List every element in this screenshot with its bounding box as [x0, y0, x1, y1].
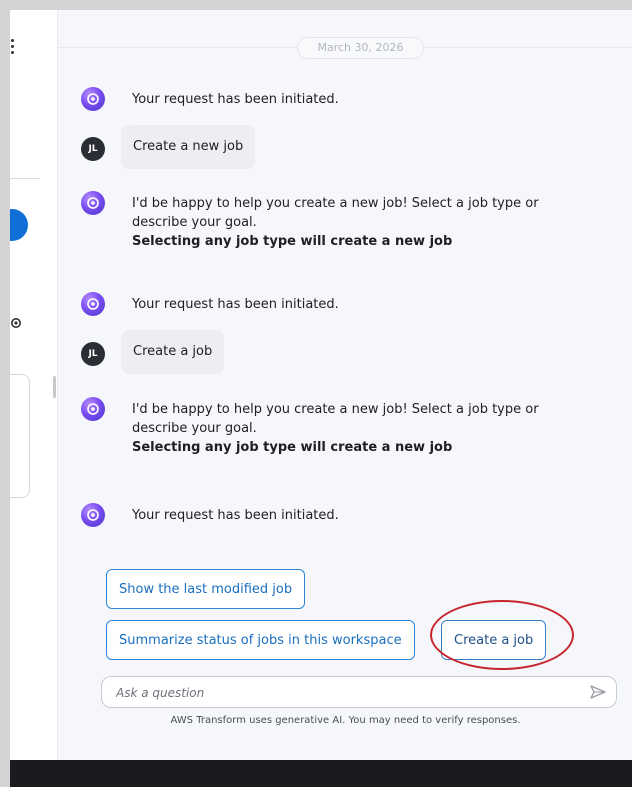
sidebar-card[interactable] [10, 374, 30, 498]
user-message-bubble: Create a job [121, 330, 225, 374]
left-sidebar [10, 10, 57, 760]
user-message-bubble: Create a new job [121, 125, 256, 169]
ai-disclaimer: AWS Transform uses generative AI. You ma… [170, 715, 521, 726]
settings-icon[interactable] [10, 316, 22, 330]
more-options-icon[interactable] [11, 39, 15, 57]
assistant-avatar-icon [81, 87, 105, 111]
send-icon[interactable] [590, 685, 606, 699]
assistant-avatar-icon [81, 503, 105, 527]
assistant-avatar-icon [81, 292, 105, 316]
message-text: Your request has been initiated. [132, 297, 339, 312]
user-avatar: JL [81, 137, 105, 161]
resize-handle[interactable] [53, 376, 56, 398]
assistant-avatar-icon [81, 191, 105, 215]
question-input[interactable] [114, 683, 578, 703]
chat-input-box[interactable] [101, 676, 617, 708]
message-text: Your request has been initiated. [132, 92, 339, 107]
message-text: Your request has been initiated. [132, 508, 339, 523]
message-emphasis: Selecting any job type will create a new… [132, 234, 453, 249]
message-body: I'd be happy to help you create a new jo… [132, 402, 539, 436]
sidebar-divider [10, 178, 40, 179]
summarize-jobs-status-button[interactable]: Summarize status of jobs in this workspa… [106, 620, 415, 660]
message-emphasis: Selecting any job type will create a new… [132, 440, 453, 455]
bottom-bar [10, 760, 632, 787]
date-divider: March 30, 2026 [297, 37, 424, 59]
create-job-button[interactable]: Create a job [441, 620, 547, 660]
chat-panel: March 30, 2026 Your request has been ini… [57, 10, 632, 760]
message-text: I'd be happy to help you create a new jo… [132, 194, 562, 251]
message-text: I'd be happy to help you create a new jo… [132, 400, 562, 457]
show-last-modified-job-button[interactable]: Show the last modified job [106, 569, 306, 609]
message-body: I'd be happy to help you create a new jo… [132, 196, 539, 230]
user-avatar: JL [81, 342, 105, 366]
assistant-avatar-icon [81, 397, 105, 421]
sidebar-primary-button[interactable] [10, 209, 28, 241]
app-frame: March 30, 2026 Your request has been ini… [10, 10, 632, 787]
